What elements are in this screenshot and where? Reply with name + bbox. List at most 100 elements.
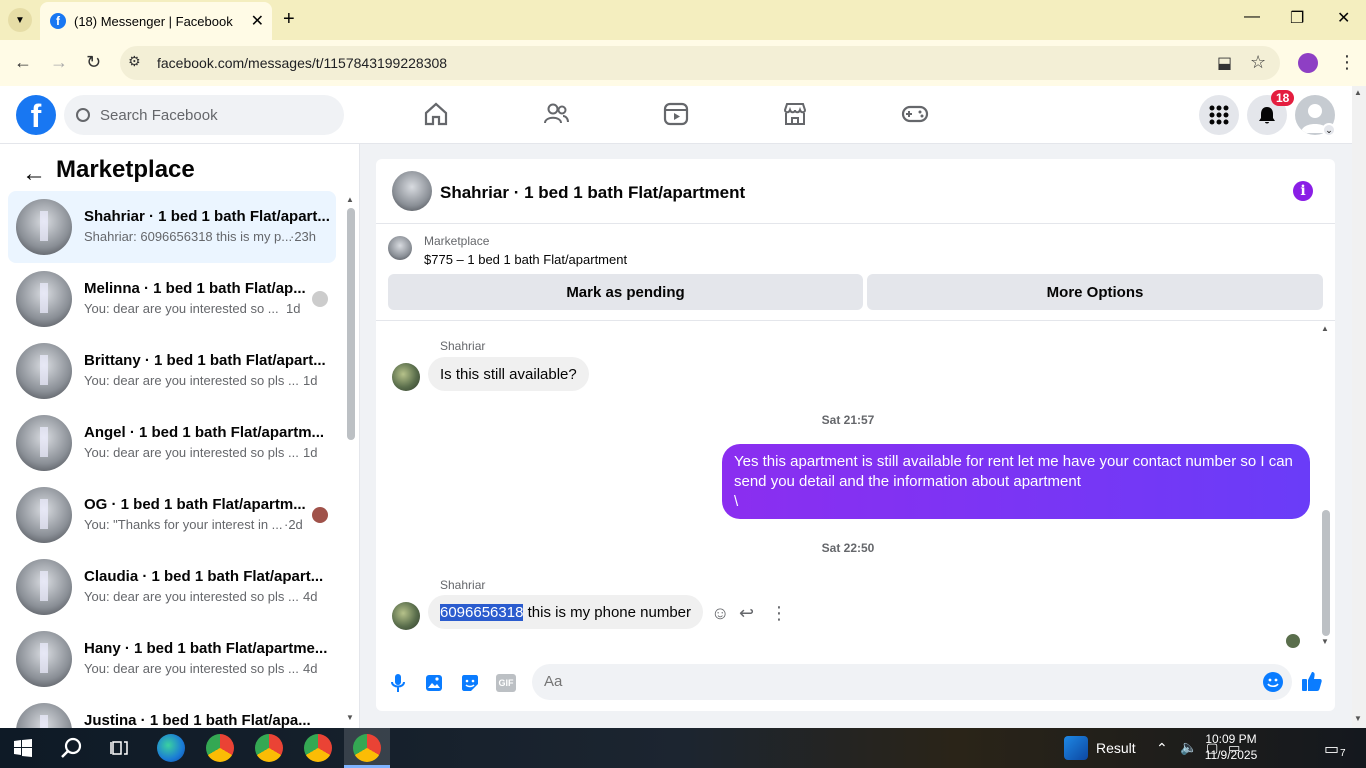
facebook-favicon-icon: f bbox=[50, 13, 66, 29]
listing-price-title[interactable]: $775 – 1 bed 1 bath Flat/apartment bbox=[424, 252, 627, 267]
volume-icon[interactable]: 🔈 bbox=[1180, 739, 1197, 756]
result-widget-label[interactable]: Result bbox=[1096, 740, 1136, 756]
gaming-icon[interactable] bbox=[901, 100, 929, 128]
chrome-icon[interactable] bbox=[206, 734, 234, 762]
bookmark-star-icon[interactable]: ☆ bbox=[1250, 52, 1266, 73]
task-view-icon[interactable] bbox=[110, 738, 130, 758]
tab-close-icon[interactable]: ✕ bbox=[251, 11, 264, 31]
mark-as-pending-button[interactable]: Mark as pending bbox=[388, 274, 863, 310]
account-chevron-down-icon[interactable]: ⌄ bbox=[1322, 123, 1336, 137]
chrome-profile-icon[interactable] bbox=[255, 734, 283, 762]
browser-menu-icon[interactable]: ⋮ bbox=[1338, 52, 1356, 73]
taskbar-active-app[interactable] bbox=[344, 728, 390, 768]
restore-icon[interactable]: ❐ bbox=[1290, 8, 1304, 28]
chat-scroll-down-icon[interactable]: ▼ bbox=[1321, 637, 1329, 646]
scroll-up-icon[interactable]: ▲ bbox=[346, 195, 354, 204]
conversation-item[interactable]: Angel · 1 bed 1 bath Flat/apartm... You:… bbox=[8, 407, 336, 479]
search-facebook-field[interactable]: Search Facebook bbox=[64, 95, 344, 135]
seen-avatar-icon bbox=[312, 507, 328, 523]
message-sender: Shahriar bbox=[440, 339, 486, 353]
listing-avatar bbox=[16, 415, 72, 471]
chrome-profile-icon[interactable] bbox=[304, 734, 332, 762]
more-actions-icon[interactable]: ⋮ bbox=[770, 603, 788, 624]
sidebar-scrollbar[interactable] bbox=[347, 208, 355, 440]
incoming-message[interactable]: Is this still available? bbox=[428, 357, 589, 391]
listing-thumbnail[interactable] bbox=[388, 236, 412, 260]
search-taskbar-icon[interactable] bbox=[60, 736, 84, 760]
reload-icon[interactable]: ↻ bbox=[86, 52, 101, 73]
gif-icon[interactable]: GIF bbox=[494, 671, 518, 695]
conversation-name: Justina · 1 bed 1 bath Flat/apa... bbox=[84, 712, 311, 728]
forward-icon[interactable]: → bbox=[50, 52, 68, 73]
page-scrollbar[interactable] bbox=[1352, 86, 1366, 728]
install-app-icon[interactable]: ⬓ bbox=[1217, 53, 1232, 73]
listing-avatar bbox=[16, 631, 72, 687]
seen-avatar-icon bbox=[312, 291, 328, 307]
notification-center-icon[interactable]: ▭ bbox=[1324, 739, 1339, 759]
home-icon[interactable] bbox=[422, 100, 450, 128]
video-icon[interactable] bbox=[662, 100, 690, 128]
notification-count-badge: 18 bbox=[1271, 90, 1295, 106]
friends-icon[interactable] bbox=[542, 100, 570, 128]
conversation-name: Angel · 1 bed 1 bath Flat/apartm... bbox=[84, 424, 325, 441]
edge-icon[interactable] bbox=[157, 734, 185, 762]
conversation-item[interactable]: Shahriar · 1 bed 1 bath Flat/apart... Sh… bbox=[8, 191, 336, 263]
cricket-result-icon[interactable] bbox=[1064, 736, 1088, 760]
chat-title[interactable]: Shahriar · 1 bed 1 bath Flat/apartment bbox=[440, 183, 745, 203]
url-text[interactable]: facebook.com/messages/t/1157843199228308 bbox=[157, 55, 447, 71]
back-icon[interactable]: ← bbox=[14, 52, 32, 73]
chat-scrollbar[interactable] bbox=[1322, 510, 1330, 636]
back-arrow-icon[interactable]: ← bbox=[22, 160, 46, 188]
conversation-item-partial[interactable]: Justina · 1 bed 1 bath Flat/apa... bbox=[8, 695, 336, 728]
react-emoji-icon[interactable]: ☺ bbox=[711, 603, 729, 624]
sender-avatar[interactable] bbox=[392, 602, 420, 630]
page-scroll-up-icon[interactable]: ▲ bbox=[1354, 88, 1362, 97]
reply-icon[interactable]: ↩ bbox=[739, 603, 754, 624]
selected-phone-number[interactable]: 6096656318 bbox=[440, 603, 524, 621]
site-info-icon[interactable]: ⚙ bbox=[128, 53, 141, 70]
more-options-button[interactable]: More Options bbox=[867, 274, 1323, 310]
photo-icon[interactable] bbox=[422, 671, 446, 695]
incoming-message[interactable]: 6096656318 this is my phone number bbox=[428, 595, 704, 629]
facebook-logo-icon[interactable]: f bbox=[16, 95, 56, 135]
message-line: send you detail and the information abou… bbox=[734, 473, 1081, 490]
marketplace-icon[interactable] bbox=[781, 100, 809, 128]
search-icon bbox=[76, 108, 90, 122]
conversation-snippet: You: dear are you interested so pls ... bbox=[84, 373, 299, 388]
thumbs-up-icon[interactable] bbox=[1301, 670, 1323, 698]
microphone-icon[interactable] bbox=[386, 671, 410, 695]
chat-scroll-up-icon[interactable]: ▲ bbox=[1321, 324, 1329, 333]
conversation-item[interactable]: Hany · 1 bed 1 bath Flat/apartme... You:… bbox=[8, 623, 336, 695]
sticker-icon[interactable] bbox=[458, 671, 482, 695]
outgoing-message[interactable]: Yes this apartment is still available fo… bbox=[722, 444, 1310, 519]
conversation-item[interactable]: OG · 1 bed 1 bath Flat/apartm... You: "T… bbox=[8, 479, 336, 551]
conversation-snippet: You: dear are you interested so ... bbox=[84, 301, 279, 316]
clock-time: 10:09 PM bbox=[1205, 732, 1257, 746]
close-window-icon[interactable]: ✕ bbox=[1337, 8, 1350, 28]
emoji-icon[interactable] bbox=[1263, 672, 1283, 692]
tray-chevron-up-icon[interactable]: ⌃ bbox=[1156, 740, 1168, 757]
conversation-item[interactable]: Claudia · 1 bed 1 bath Flat/apart... You… bbox=[8, 551, 336, 623]
message-input[interactable] bbox=[544, 673, 1244, 690]
conversation-item[interactable]: Brittany · 1 bed 1 bath Flat/apart... Yo… bbox=[8, 335, 336, 407]
menu-grid-icon[interactable] bbox=[1199, 95, 1239, 135]
scroll-down-icon[interactable]: ▼ bbox=[346, 713, 354, 722]
seen-by-avatar bbox=[1286, 634, 1300, 648]
page-scroll-down-icon[interactable]: ▼ bbox=[1354, 714, 1362, 723]
tab-search-button[interactable]: ▼ bbox=[8, 8, 32, 32]
conversation-item[interactable]: Justina · 1 bed 1 bath Flat/apa... bbox=[8, 695, 336, 728]
windows-start-icon[interactable] bbox=[14, 739, 32, 757]
chat-header-avatar[interactable] bbox=[392, 171, 432, 211]
minimize-icon[interactable]: — bbox=[1244, 8, 1260, 26]
new-tab-button[interactable]: + bbox=[283, 8, 295, 31]
sidebar-title: Marketplace bbox=[56, 156, 195, 183]
browser-profile-avatar[interactable] bbox=[1298, 53, 1318, 73]
conversation-item[interactable]: Melinna · 1 bed 1 bath Flat/ap... You: d… bbox=[8, 263, 336, 335]
listing-avatar bbox=[16, 343, 72, 399]
taskbar-clock[interactable]: 10:09 PM 11/9/2025 bbox=[1200, 731, 1262, 763]
browser-tab-messenger[interactable]: f (18) Messenger | Facebook ✕ bbox=[40, 2, 272, 40]
sender-avatar[interactable] bbox=[392, 363, 420, 391]
message-timestamp: Sat 21:57 bbox=[821, 413, 875, 427]
message-sender: Shahriar bbox=[440, 578, 486, 592]
info-icon[interactable]: i bbox=[1293, 181, 1313, 201]
